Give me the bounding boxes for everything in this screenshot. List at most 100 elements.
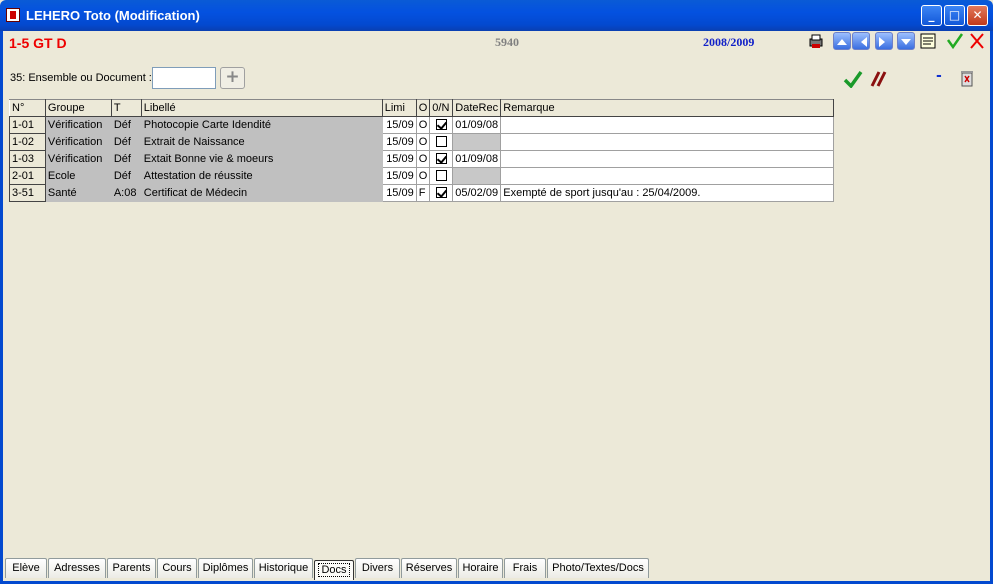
row-number[interactable]: 1-01 (9, 116, 46, 134)
cell-limite[interactable]: 15/09 (381, 133, 417, 151)
row-number[interactable]: 1-02 (9, 133, 46, 151)
cell-received[interactable] (429, 116, 454, 134)
cell-limite[interactable]: 15/09 (381, 167, 417, 185)
cell-type[interactable]: Déf (110, 116, 142, 134)
table-row[interactable]: 1-02 Vérification Déf Extrait de Naissance 1… (9, 133, 834, 151)
notes-icon[interactable] (919, 32, 937, 50)
document-input[interactable] (152, 67, 216, 89)
cell-groupe[interactable]: Vérification (44, 133, 112, 151)
cell-remarque[interactable] (500, 133, 834, 151)
tab-7[interactable]: Divers (355, 558, 400, 578)
tab-3[interactable]: Cours (157, 558, 197, 578)
cell-libelle[interactable]: Extait Bonne vie & moeurs (140, 150, 383, 168)
app-icon[interactable] (6, 8, 20, 22)
tab-label: Frais (512, 562, 538, 574)
print-icon[interactable] (807, 32, 825, 50)
cell-remarque[interactable]: Exempté de sport jusqu'au : 25/04/2009. (500, 184, 834, 202)
cell-type[interactable]: Déf (110, 167, 142, 185)
col-header[interactable]: Groupe (44, 99, 112, 117)
cell-remarque[interactable] (500, 116, 834, 134)
cell-libelle[interactable]: Attestation de réussite (140, 167, 383, 185)
cell-received[interactable] (429, 184, 454, 202)
col-header[interactable]: T (110, 99, 142, 117)
received-checkbox[interactable] (435, 153, 447, 164)
col-header[interactable]: N° (9, 99, 46, 117)
cell-o[interactable]: O (415, 116, 431, 134)
cell-date[interactable]: 05/02/09 (452, 184, 502, 202)
cell-groupe[interactable]: Vérification (44, 150, 112, 168)
cell-type[interactable]: A:08 (110, 184, 142, 202)
validate-icon[interactable] (946, 32, 964, 50)
tab-label: Elève (12, 562, 40, 574)
cell-date[interactable] (452, 133, 502, 151)
received-checkbox[interactable] (435, 119, 447, 130)
col-header[interactable]: Libellé (140, 99, 383, 117)
cell-type[interactable]: Déf (110, 150, 142, 168)
cell-limite[interactable]: 15/09 (381, 184, 417, 202)
tab-10[interactable]: Frais (504, 558, 546, 578)
received-checkbox[interactable] (435, 136, 447, 147)
cell-date[interactable] (452, 167, 502, 185)
cell-libelle[interactable]: Photocopie Carte Idendité (140, 116, 383, 134)
col-header[interactable]: Remarque (500, 99, 834, 117)
first-record-icon[interactable] (833, 32, 851, 50)
tab-label: Adresses (54, 562, 100, 574)
table-row[interactable]: 3-51 Santé A:08 Certificat de Médecin 15/09 F… (9, 184, 834, 202)
cell-libelle[interactable]: Extrait de Naissance (140, 133, 383, 151)
cell-limite[interactable]: 15/09 (381, 116, 417, 134)
received-checkbox[interactable] (435, 170, 447, 181)
tab-11[interactable]: Photo/Textes/Docs (547, 558, 649, 578)
cell-limite[interactable]: 15/09 (381, 150, 417, 168)
cell-received[interactable] (429, 150, 454, 168)
cell-groupe[interactable]: Vérification (44, 116, 112, 134)
tab-0[interactable]: Elève (5, 558, 47, 578)
cell-o[interactable]: O (415, 167, 431, 185)
tab-1[interactable]: Adresses (48, 558, 106, 578)
trash-icon[interactable] (958, 68, 976, 88)
tab-6[interactable]: Docs (314, 560, 354, 580)
check-icon[interactable] (843, 70, 863, 88)
cell-remarque[interactable] (500, 167, 834, 185)
close-button[interactable]: ✕ (967, 5, 988, 26)
table-row[interactable]: 1-03 Vérification Déf Extait Bonne vie & mo… (9, 150, 834, 168)
cell-received[interactable] (429, 133, 454, 151)
col-header[interactable]: Limi (381, 99, 417, 117)
col-header[interactable]: DateRec (452, 99, 502, 117)
tab-9[interactable]: Horaire (458, 558, 503, 578)
row-number[interactable]: 1-03 (9, 150, 46, 168)
row-number[interactable]: 3-51 (9, 184, 46, 202)
minimize-button[interactable]: _ (921, 5, 942, 26)
previous-record-icon[interactable] (852, 32, 870, 50)
cell-groupe[interactable]: Ecole (44, 167, 112, 185)
col-header[interactable]: O (415, 99, 431, 117)
cell-date[interactable]: 01/09/08 (452, 116, 502, 134)
cell-o[interactable]: O (415, 133, 431, 151)
cell-o[interactable]: O (415, 150, 431, 168)
cell-date[interactable]: 01/09/08 (452, 150, 502, 168)
tab-8[interactable]: Réserves (401, 558, 457, 578)
col-header[interactable]: 0/N (429, 99, 454, 117)
documents-table: N° Groupe T Libellé Limi O 0/N DateRec R… (9, 99, 834, 202)
cell-remarque[interactable] (500, 150, 834, 168)
cell-groupe[interactable]: Santé (44, 184, 112, 202)
tab-label: Photo/Textes/Docs (552, 562, 644, 574)
add-button[interactable]: + (220, 67, 245, 89)
tab-5[interactable]: Historique (254, 558, 313, 578)
break-icon[interactable] (868, 70, 888, 88)
table-row[interactable]: 2-01 Ecole Déf Attestation de réussite 15/09… (9, 167, 834, 185)
cell-o[interactable]: F (415, 184, 431, 202)
maximize-button[interactable]: □ (944, 5, 965, 26)
table-row[interactable]: 1-01 Vérification Déf Photocopie Carte Iden… (9, 116, 834, 134)
cell-libelle[interactable]: Certificat de Médecin (140, 184, 383, 202)
tab-4[interactable]: Diplômes (198, 558, 253, 578)
row-number[interactable]: 2-01 (9, 167, 46, 185)
last-record-icon[interactable] (897, 32, 915, 50)
next-record-icon[interactable] (875, 32, 893, 50)
tab-2[interactable]: Parents (107, 558, 156, 578)
cancel-icon[interactable] (968, 32, 986, 50)
cell-received[interactable] (429, 167, 454, 185)
cell-type[interactable]: Déf (110, 133, 142, 151)
tab-label: Réserves (405, 562, 453, 574)
received-checkbox[interactable] (435, 187, 447, 198)
minus-button[interactable]: - (936, 68, 942, 84)
